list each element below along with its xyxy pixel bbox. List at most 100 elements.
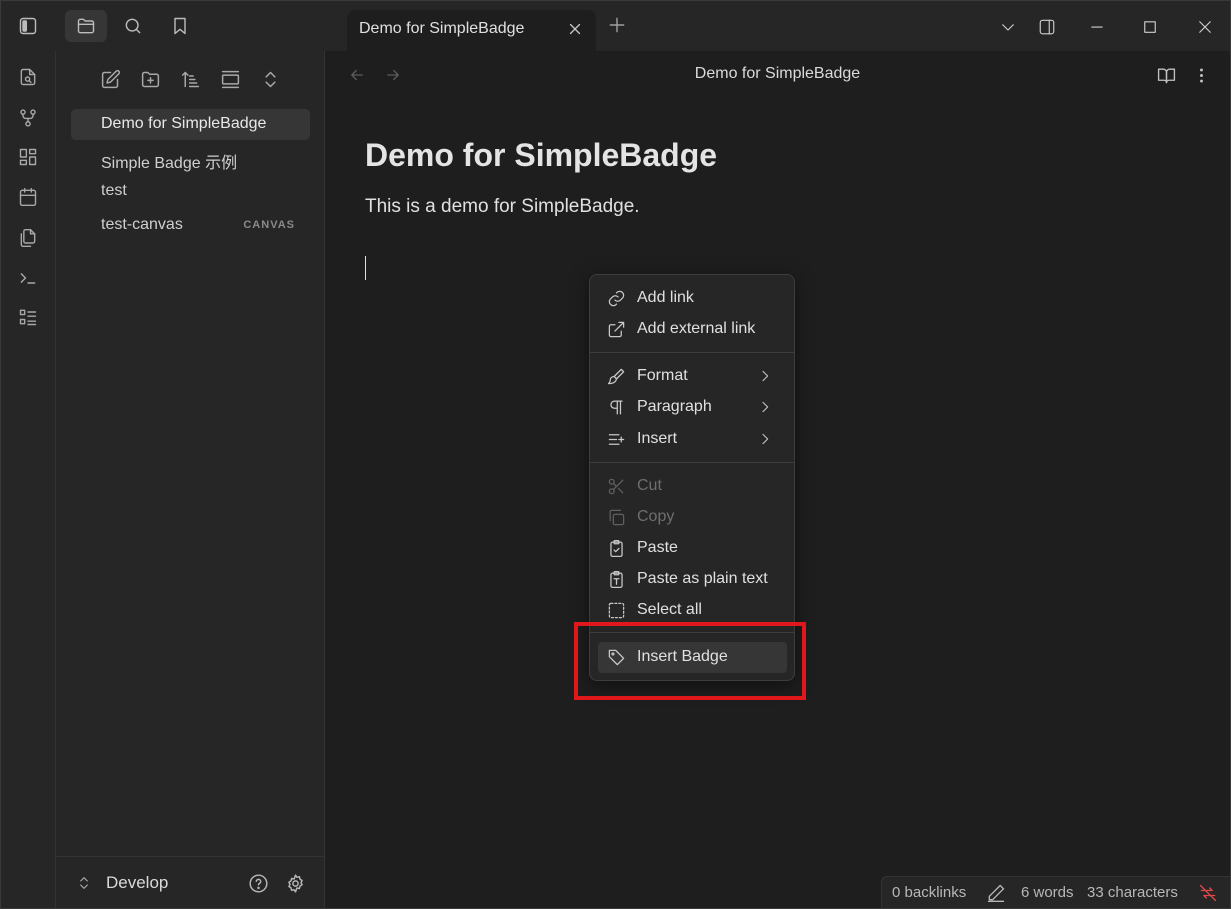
calendar-icon <box>19 187 37 207</box>
pilcrow-icon <box>610 400 623 415</box>
maximize-icon <box>1144 21 1156 33</box>
bookmarks-tab-button[interactable] <box>159 10 201 42</box>
quick-switcher-button[interactable] <box>15 64 41 90</box>
menu-item-add-link[interactable]: Add link <box>598 284 787 313</box>
menu-item-select-all[interactable]: Select all <box>598 596 787 625</box>
title-bar: Demo for SimpleBadge <box>1 1 1230 51</box>
command-palette-button[interactable] <box>15 265 41 291</box>
menu-item-paragraph[interactable]: Paragraph <box>598 393 787 422</box>
note-paragraph[interactable]: This is a demo for SimpleBadge. <box>365 196 640 218</box>
chevrons-up-down-icon <box>264 71 276 87</box>
templates-button[interactable] <box>15 225 41 251</box>
file-explorer: Demo for SimpleBadge Simple Badge 示例 tes… <box>56 51 325 908</box>
backlinks-count[interactable]: 0 backlinks <box>892 884 966 901</box>
menu-item-insert[interactable]: Insert <box>598 425 787 454</box>
search-tab-button[interactable] <box>112 10 154 42</box>
word-count: 6 words <box>1021 884 1074 901</box>
sidebar-footer: Develop <box>56 856 324 908</box>
list-plus-icon <box>608 434 625 445</box>
auto-reveal-button[interactable] <box>216 65 244 93</box>
file-item[interactable]: Simple Badge 示例 <box>71 143 310 174</box>
menu-item-label: Paste <box>637 539 678 556</box>
daily-note-button[interactable] <box>15 184 41 210</box>
new-tab-button[interactable] <box>607 15 635 41</box>
folder-plus-icon <box>141 71 159 87</box>
toggle-left-sidebar-button[interactable] <box>7 10 49 42</box>
reading-view-button[interactable] <box>1154 63 1178 87</box>
search-icon <box>125 18 141 34</box>
character-count: 33 characters <box>1087 884 1178 901</box>
file-search-icon <box>20 68 36 86</box>
folder-icon <box>77 18 95 34</box>
menu-item-label: Cut <box>637 477 662 494</box>
new-note-button[interactable] <box>96 65 124 93</box>
list-view-button[interactable] <box>15 304 41 330</box>
file-name: Simple Badge 示例 <box>101 155 238 172</box>
app-window: Demo for SimpleBadge Demo for SimpleBadg… <box>0 0 1231 909</box>
layout-dashboard-icon <box>19 148 37 166</box>
menu-item-label: Insert <box>637 430 678 447</box>
file-item[interactable]: test-canvas CANVAS <box>71 210 310 241</box>
context-menu: Add link Add external link Format Paragr… <box>589 274 795 681</box>
help-button[interactable] <box>246 871 270 895</box>
view-header: Demo for SimpleBadge <box>325 51 1230 99</box>
close-icon <box>569 23 581 35</box>
menu-item-label: Select all <box>637 601 702 618</box>
sync-status[interactable] <box>1198 883 1218 903</box>
sort-button[interactable] <box>176 65 204 93</box>
minimize-icon <box>1091 26 1103 28</box>
list-icon <box>19 309 37 326</box>
expand-collapse-button[interactable] <box>256 65 284 93</box>
graph-view-button[interactable] <box>15 105 41 131</box>
files-icon <box>20 228 36 248</box>
file-item[interactable]: Demo for SimpleBadge <box>71 109 310 140</box>
help-circle-icon <box>248 873 268 893</box>
minimize-button[interactable] <box>1083 13 1111 41</box>
menu-item-paste[interactable]: Paste <box>598 534 787 563</box>
menu-item-format[interactable]: Format <box>598 362 787 391</box>
toggle-right-sidebar-button[interactable] <box>1033 13 1061 41</box>
chevrons-up-down-icon <box>80 877 88 889</box>
plus-icon <box>609 17 625 33</box>
editing-mode-indicator[interactable] <box>986 883 1006 903</box>
vault-switcher[interactable]: Develop <box>76 871 168 895</box>
sidebar-right-icon <box>1039 19 1055 35</box>
tab-demo-for-simplebadge[interactable]: Demo for SimpleBadge <box>347 10 596 51</box>
gallery-vertical-icon <box>221 70 239 88</box>
file-item[interactable]: test <box>71 176 310 207</box>
menu-separator <box>590 352 794 353</box>
menu-item-label: Paste as plain text <box>637 570 768 587</box>
tab-close-button[interactable] <box>566 20 586 40</box>
git-fork-icon <box>20 109 36 127</box>
edit-icon <box>101 69 120 88</box>
file-name: Demo for SimpleBadge <box>101 115 267 132</box>
note-heading[interactable]: Demo for SimpleBadge <box>365 137 717 174</box>
vault-name: Develop <box>106 873 169 892</box>
menu-item-add-external-link[interactable]: Add external link <box>598 315 787 344</box>
highlight-annotation <box>574 622 806 700</box>
sync-off-icon <box>1199 884 1217 902</box>
menu-item-label: Copy <box>637 508 675 525</box>
tab-list-button[interactable] <box>994 13 1022 41</box>
menu-item-cut[interactable]: Cut <box>598 472 787 501</box>
view-title[interactable]: Demo for SimpleBadge <box>325 65 1230 83</box>
scissors-icon <box>608 478 624 495</box>
select-all-icon <box>608 602 625 619</box>
files-tab-button[interactable] <box>65 10 107 42</box>
menu-item-copy[interactable]: Copy <box>598 503 787 532</box>
new-folder-button[interactable] <box>136 65 164 93</box>
canvas-button[interactable] <box>15 144 41 170</box>
more-options-button[interactable] <box>1189 63 1213 87</box>
sort-ascending-icon <box>181 71 199 87</box>
close-window-button[interactable] <box>1191 13 1219 41</box>
chevron-right-icon <box>762 401 769 413</box>
external-link-icon <box>608 321 625 338</box>
menu-item-paste-as-plain-text[interactable]: Paste as plain text <box>598 565 787 594</box>
maximize-button[interactable] <box>1136 13 1164 41</box>
menu-item-label: Add link <box>637 289 694 306</box>
file-name: test-canvas <box>101 216 183 233</box>
settings-button[interactable] <box>283 871 307 895</box>
terminal-icon <box>20 273 36 284</box>
more-vertical-icon <box>1199 67 1203 83</box>
chevron-right-icon <box>762 433 769 445</box>
